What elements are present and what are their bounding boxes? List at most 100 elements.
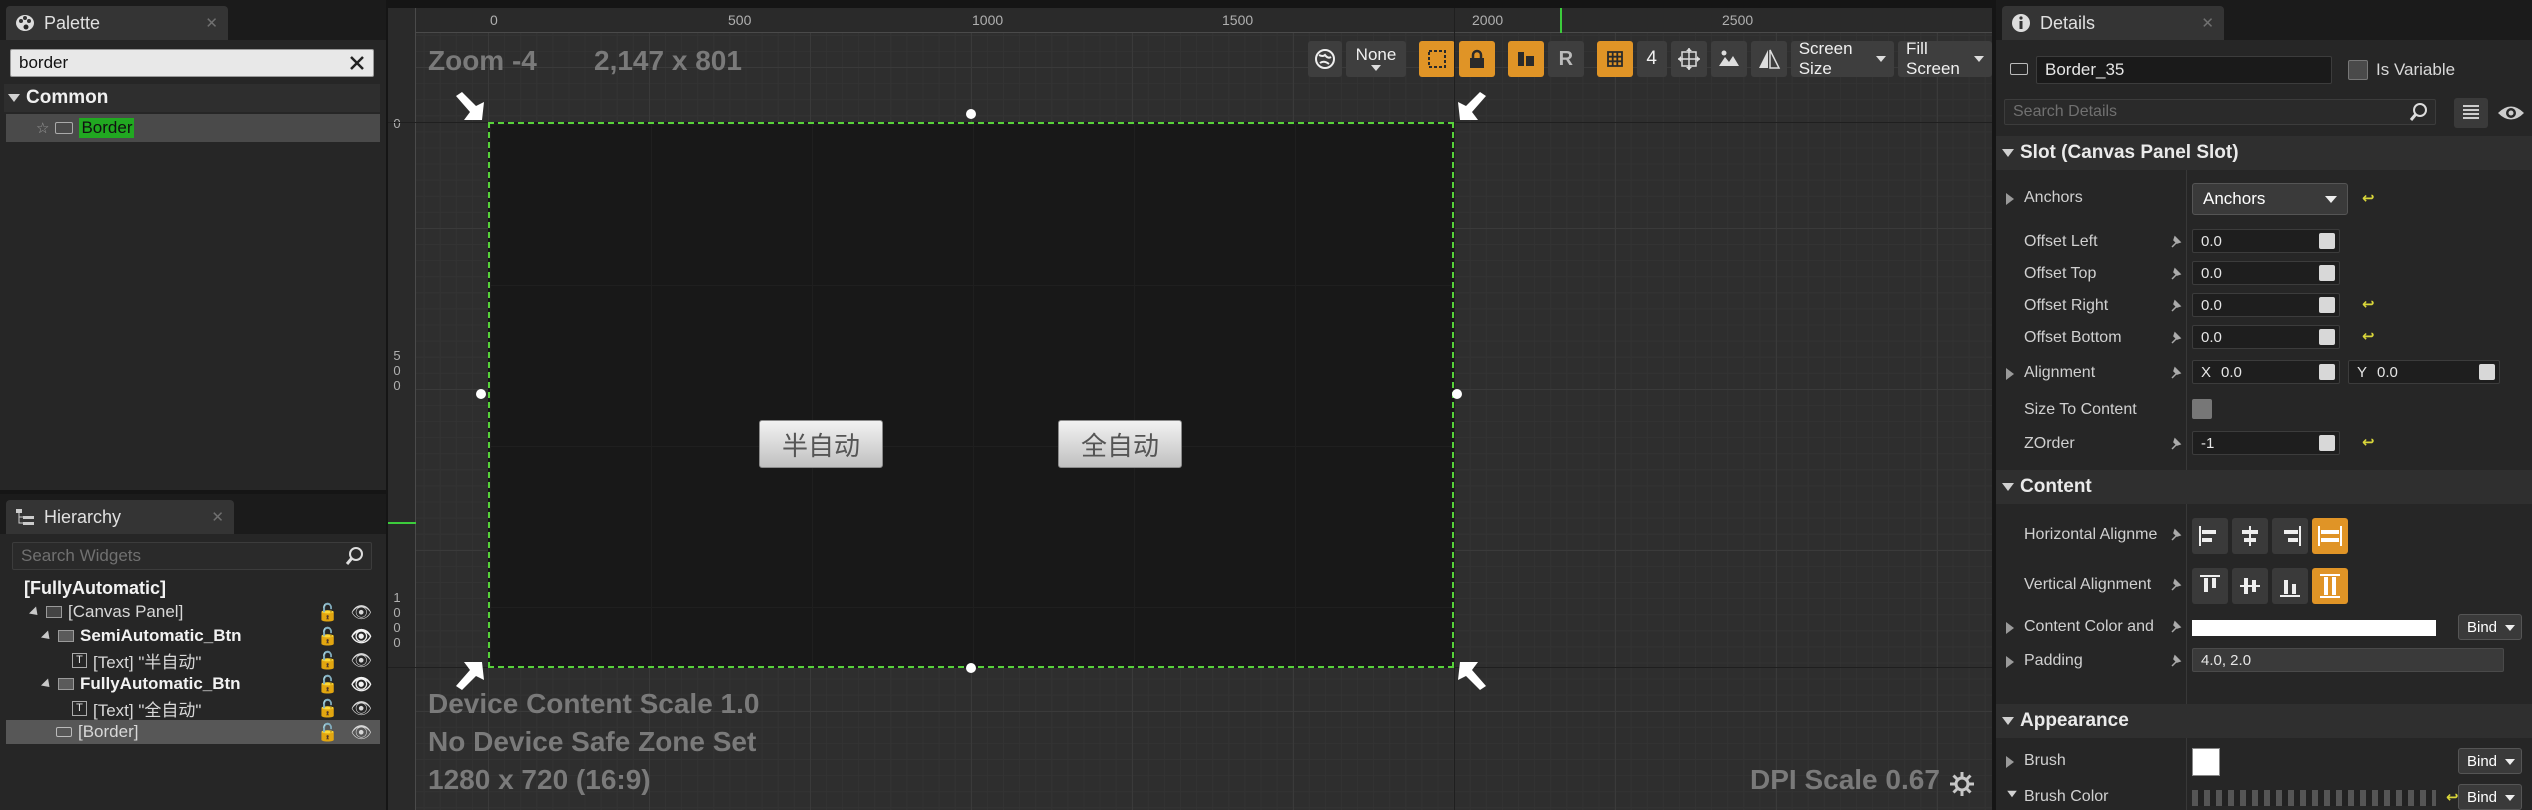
slider-grab-icon[interactable] xyxy=(2319,233,2335,249)
lock-toggle-icon[interactable] xyxy=(1458,41,1495,77)
appearance-section-header[interactable]: Appearance xyxy=(1996,704,2532,738)
lock-icon[interactable]: 🔓 xyxy=(317,651,338,671)
offset-top-input[interactable]: 0.0 xyxy=(2192,261,2340,285)
h-align-fill-icon[interactable] xyxy=(2312,518,2348,554)
size-to-content-checkbox[interactable] xyxy=(2192,399,2212,419)
hierarchy-search-input[interactable]: Search Widgets xyxy=(12,542,372,570)
content-color-swatch[interactable] xyxy=(2192,620,2436,636)
hierarchy-item-text-semiautomatic[interactable]: T [Text] "半自动" 🔓 👁 xyxy=(6,648,380,672)
resize-handle-left[interactable] xyxy=(476,389,486,399)
reset-to-default-icon[interactable]: ↩ xyxy=(2362,189,2376,207)
v-align-fill-icon[interactable] xyxy=(2312,568,2348,604)
is-variable-checkbox[interactable] xyxy=(2348,60,2368,80)
flip-direction-icon[interactable] xyxy=(1750,41,1787,77)
expand-arrow-icon[interactable] xyxy=(40,677,54,691)
v-align-top-icon[interactable] xyxy=(2192,568,2228,604)
close-icon[interactable]: ✕ xyxy=(205,14,218,32)
lock-icon[interactable]: 🔓 xyxy=(317,723,338,743)
slider-grab-icon[interactable] xyxy=(2479,364,2495,380)
expand-arrow-icon[interactable] xyxy=(2006,656,2014,668)
brush-color-bind-dropdown[interactable]: Bind xyxy=(2458,784,2522,810)
eye-icon[interactable]: 👁 xyxy=(350,651,372,671)
semiautomatic-button[interactable]: 半自动 xyxy=(759,420,883,468)
resize-handle-top[interactable] xyxy=(966,109,976,119)
h-align-left-icon[interactable] xyxy=(2192,518,2228,554)
expand-arrow-icon[interactable] xyxy=(2006,622,2014,634)
hierarchy-tab[interactable]: Hierarchy ✕ xyxy=(6,500,234,534)
expand-arrow-icon[interactable] xyxy=(2006,756,2014,768)
h-align-center-icon[interactable] xyxy=(2232,518,2268,554)
hierarchy-item-semiautomatic-btn[interactable]: SemiAutomatic_Btn 🔓 👁 xyxy=(6,624,380,648)
eye-icon[interactable]: 👁 xyxy=(350,627,372,647)
globe-icon[interactable] xyxy=(1308,41,1342,77)
resize-handle-right[interactable] xyxy=(1452,389,1462,399)
palette-search-input[interactable]: border xyxy=(10,49,374,77)
v-align-center-icon[interactable] xyxy=(2232,568,2268,604)
palette-category-common[interactable]: Common xyxy=(4,84,380,112)
favorite-star-icon[interactable]: ☆ xyxy=(36,119,49,137)
hierarchy-item-text-fullyautomatic[interactable]: T [Text] "全自动" 🔓 👁 xyxy=(6,696,380,720)
h-align-right-icon[interactable] xyxy=(2272,518,2308,554)
hierarchy-item-canvas-panel[interactable]: [Canvas Panel] 🔓 👁 xyxy=(6,600,380,624)
brush-image-swatch[interactable] xyxy=(2192,748,2220,776)
retainer-toggle-button[interactable]: R xyxy=(1547,41,1584,77)
screen-size-dropdown[interactable]: Screen Size xyxy=(1790,39,1894,78)
slider-grab-icon[interactable] xyxy=(2319,364,2335,380)
respect-locks-icon[interactable] xyxy=(1507,41,1544,77)
alignment-x-input[interactable]: X 0.0 xyxy=(2192,360,2340,384)
content-color-bind-dropdown[interactable]: Bind xyxy=(2458,614,2522,640)
slot-section-header[interactable]: Slot (Canvas Panel Slot) xyxy=(1996,136,2532,170)
offset-left-input[interactable]: 0.0 xyxy=(2192,229,2340,253)
lock-icon[interactable]: 🔓 xyxy=(317,603,338,623)
anchor-corner-top-right[interactable] xyxy=(1454,90,1488,124)
alignment-y-input[interactable]: Y 0.0 xyxy=(2348,360,2500,384)
eye-icon[interactable]: 👁 xyxy=(350,603,372,623)
resize-handle-bottom[interactable] xyxy=(966,663,976,673)
grid-snap-value[interactable]: 4 xyxy=(1636,41,1667,77)
expand-arrow-icon[interactable] xyxy=(2006,368,2014,380)
offset-right-input[interactable]: 0.0 xyxy=(2192,293,2340,317)
localization-preview-dropdown[interactable]: None xyxy=(1346,41,1406,77)
selected-border-widget[interactable]: 半自动 全自动 xyxy=(488,122,1454,668)
expand-arrow-icon[interactable] xyxy=(2007,790,2017,798)
dpi-settings-gear-icon[interactable] xyxy=(1948,770,1976,798)
eye-icon[interactable]: 👁 xyxy=(350,723,372,743)
expand-arrow-icon[interactable] xyxy=(2006,193,2014,205)
lock-icon[interactable]: 🔓 xyxy=(317,675,338,695)
anchors-dropdown[interactable]: Anchors xyxy=(2192,183,2348,215)
eye-icon[interactable]: 👁 xyxy=(350,699,372,719)
slider-grab-icon[interactable] xyxy=(2319,265,2335,281)
brush-bind-dropdown[interactable]: Bind xyxy=(2458,748,2522,774)
anchor-corner-top-left[interactable] xyxy=(454,90,488,124)
slider-grab-icon[interactable] xyxy=(2319,435,2335,451)
slider-grab-icon[interactable] xyxy=(2319,297,2335,313)
grid-snap-icon[interactable] xyxy=(1596,41,1633,77)
eye-icon[interactable]: 👁 xyxy=(350,675,372,695)
offset-bottom-input[interactable]: 0.0 xyxy=(2192,325,2340,349)
background-image-icon[interactable] xyxy=(1710,41,1747,77)
expand-arrow-icon[interactable] xyxy=(28,605,42,619)
v-align-bottom-icon[interactable] xyxy=(2272,568,2308,604)
details-tab[interactable]: Details ✕ xyxy=(2002,6,2224,40)
reset-to-default-icon[interactable]: ↩ xyxy=(2362,295,2376,313)
lock-icon[interactable]: 🔓 xyxy=(317,699,338,719)
palette-item-border[interactable]: ☆ Border xyxy=(6,114,380,142)
slider-grab-icon[interactable] xyxy=(2319,329,2335,345)
expand-arrow-icon[interactable] xyxy=(40,629,54,643)
reset-to-default-icon[interactable]: ↩ xyxy=(2362,433,2376,451)
anchor-corner-bottom-left[interactable] xyxy=(454,658,488,692)
close-icon[interactable]: ✕ xyxy=(2201,14,2214,32)
fill-screen-dropdown[interactable]: Fill Screen xyxy=(1898,39,1992,78)
outline-toggle-icon[interactable] xyxy=(1418,41,1455,77)
clear-search-icon[interactable] xyxy=(347,53,367,78)
close-icon[interactable]: ✕ xyxy=(211,508,224,526)
content-section-header[interactable]: Content xyxy=(1996,470,2532,504)
visibility-eye-icon[interactable] xyxy=(2496,100,2526,126)
hierarchy-item-fullyautomatic-btn[interactable]: FullyAutomatic_Btn 🔓 👁 xyxy=(6,672,380,696)
palette-tab[interactable]: Palette ✕ xyxy=(6,6,228,40)
details-search-input[interactable]: Search Details xyxy=(2004,99,2436,125)
hierarchy-item-border[interactable]: [Border] 🔓 👁 xyxy=(6,720,380,744)
transform-icon[interactable] xyxy=(1670,41,1707,77)
fullyautomatic-button[interactable]: 全自动 xyxy=(1058,420,1182,468)
zorder-input[interactable]: -1 xyxy=(2192,431,2340,455)
